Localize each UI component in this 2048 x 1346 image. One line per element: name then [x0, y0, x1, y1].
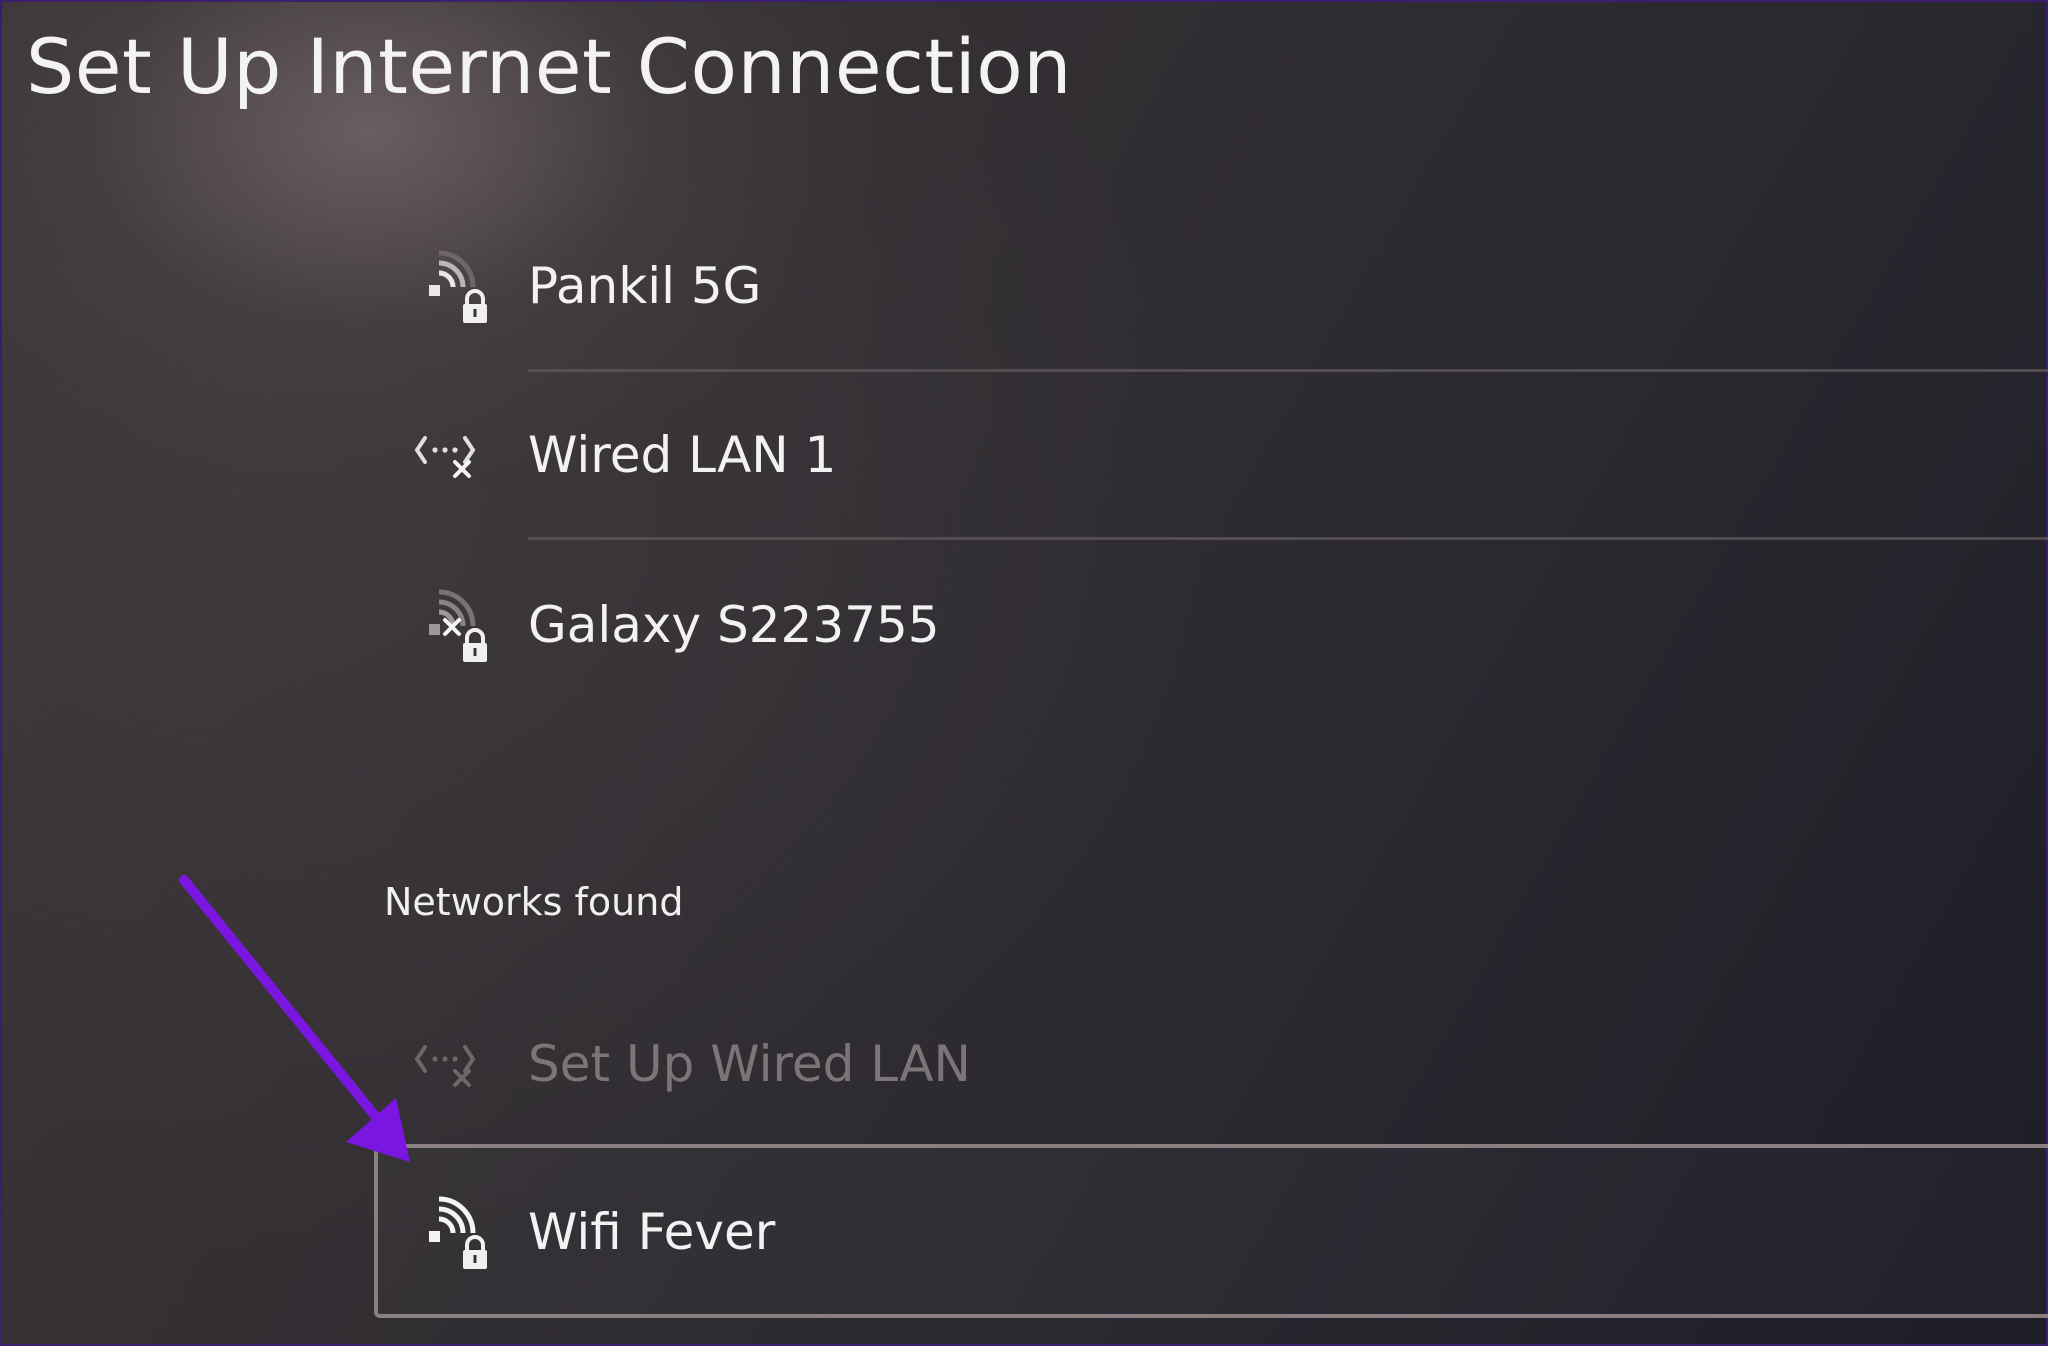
network-label: Galaxy S223755	[528, 596, 940, 654]
network-label: Set Up Wired LAN	[528, 1035, 971, 1093]
wifi-disconnected-locked-icon	[405, 580, 515, 670]
divider	[528, 537, 2048, 540]
wired-lan-disconnected-icon	[405, 410, 515, 500]
network-label: Wifi Fever	[528, 1203, 776, 1261]
network-label: Wired LAN 1	[528, 426, 837, 484]
setup-wired-lan-item[interactable]: Set Up Wired LAN	[405, 1004, 2048, 1124]
network-item-pankil-5g[interactable]: Pankil 5G	[405, 226, 2048, 346]
network-item-wired-lan-1[interactable]: Wired LAN 1	[405, 395, 2048, 515]
network-item-wifi-fever[interactable]: Wifi Fever	[405, 1172, 2048, 1292]
page-title: Set Up Internet Connection	[26, 22, 1072, 111]
network-item-galaxy[interactable]: Galaxy S223755	[405, 565, 2048, 685]
wifi-locked-icon	[405, 1187, 515, 1277]
network-label: Pankil 5G	[528, 257, 762, 315]
divider	[528, 369, 2048, 372]
annotation-arrow-icon	[179, 875, 410, 1162]
wifi-locked-icon	[405, 241, 515, 331]
